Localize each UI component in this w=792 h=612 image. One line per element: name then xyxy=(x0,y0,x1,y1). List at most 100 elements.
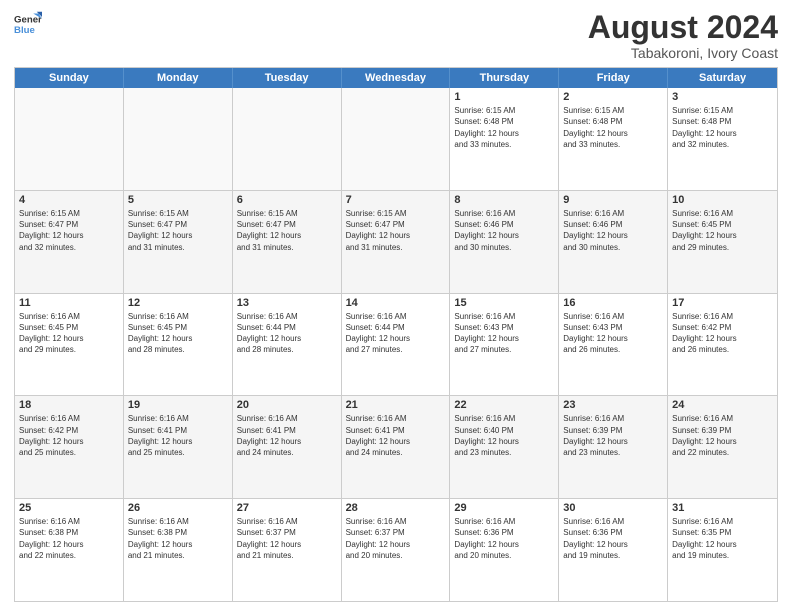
calendar-row-4: 25 Sunrise: 6:16 AM Sunset: 6:38 PM Dayli… xyxy=(15,498,777,601)
day-number: 11 xyxy=(19,297,119,309)
day-number: 18 xyxy=(19,399,119,411)
day-number: 7 xyxy=(346,194,446,206)
calendar-cell: 16Sunrise: 6:16 AM Sunset: 6:43 PM Dayli… xyxy=(559,294,668,396)
day-info: Sunrise: 6:16 AM Sunset: 6:39 PM Dayligh… xyxy=(563,413,663,458)
day-info: Sunrise: 6:16 AM Sunset: 6:38 PM Dayligh… xyxy=(19,516,119,561)
header-cell-thursday: Thursday xyxy=(450,68,559,88)
calendar-cell: 4 Sunrise: 6:15 AM Sunset: 6:47 PM Daylig… xyxy=(15,191,124,293)
calendar-cell: 8Sunrise: 6:16 AM Sunset: 6:46 PM Daylig… xyxy=(450,191,559,293)
day-number: 20 xyxy=(237,399,337,411)
calendar-cell: 7 Sunrise: 6:15 AM Sunset: 6:47 PM Daylig… xyxy=(342,191,451,293)
calendar-cell: 14 Sunrise: 6:16 AM Sunset: 6:44 PM Dayli… xyxy=(342,294,451,396)
calendar-cell: 19 Sunrise: 6:16 AM Sunset: 6:41 PM Dayli… xyxy=(124,396,233,498)
calendar-cell: 11 Sunrise: 6:16 AM Sunset: 6:45 PM Dayli… xyxy=(15,294,124,396)
svg-text:Blue: Blue xyxy=(14,25,35,36)
calendar-row-0: 1 Sunrise: 6:15 AM Sunset: 6:48 PM Daylig… xyxy=(15,88,777,190)
day-info: Sunrise: 6:16 AM Sunset: 6:38 PM Dayligh… xyxy=(128,516,228,561)
calendar-cell: 1 Sunrise: 6:15 AM Sunset: 6:48 PM Daylig… xyxy=(450,88,559,190)
day-info: Sunrise: 6:16 AM Sunset: 6:35 PM Dayligh… xyxy=(672,516,773,561)
logo-icon: General Blue xyxy=(14,10,42,38)
calendar-cell: 29 Sunrise: 6:16 AM Sunset: 6:36 PM Dayli… xyxy=(450,499,559,601)
header: General Blue August 2024 Tabakoroni, Ivo… xyxy=(14,10,778,61)
calendar-cell: 31 Sunrise: 6:16 AM Sunset: 6:35 PM Dayli… xyxy=(668,499,777,601)
day-number: 26 xyxy=(128,502,228,514)
day-number: 10 xyxy=(672,194,773,206)
day-number: 19 xyxy=(128,399,228,411)
day-number: 4 xyxy=(19,194,119,206)
day-number: 15 xyxy=(454,297,554,309)
day-info: Sunrise: 6:16 AM Sunset: 6:41 PM Dayligh… xyxy=(128,413,228,458)
calendar-cell: 17Sunrise: 6:16 AM Sunset: 6:42 PM Dayli… xyxy=(668,294,777,396)
subtitle: Tabakoroni, Ivory Coast xyxy=(588,45,778,61)
day-number: 28 xyxy=(346,502,446,514)
calendar-cell: 5Sunrise: 6:15 AM Sunset: 6:47 PM Daylig… xyxy=(124,191,233,293)
day-number: 31 xyxy=(672,502,773,514)
page: General Blue August 2024 Tabakoroni, Ivo… xyxy=(0,0,792,612)
day-info: Sunrise: 6:16 AM Sunset: 6:45 PM Dayligh… xyxy=(128,311,228,356)
day-number: 1 xyxy=(454,91,554,103)
main-title: August 2024 xyxy=(588,10,778,45)
day-number: 29 xyxy=(454,502,554,514)
header-cell-friday: Friday xyxy=(559,68,668,88)
calendar-cell: 13Sunrise: 6:16 AM Sunset: 6:44 PM Dayli… xyxy=(233,294,342,396)
calendar-cell: 21 Sunrise: 6:16 AM Sunset: 6:41 PM Dayli… xyxy=(342,396,451,498)
day-info: Sunrise: 6:16 AM Sunset: 6:41 PM Dayligh… xyxy=(346,413,446,458)
calendar-cell xyxy=(15,88,124,190)
day-info: Sunrise: 6:16 AM Sunset: 6:45 PM Dayligh… xyxy=(19,311,119,356)
day-info: Sunrise: 6:16 AM Sunset: 6:37 PM Dayligh… xyxy=(237,516,337,561)
header-cell-sunday: Sunday xyxy=(15,68,124,88)
calendar-cell: 18 Sunrise: 6:16 AM Sunset: 6:42 PM Dayli… xyxy=(15,396,124,498)
day-info: Sunrise: 6:15 AM Sunset: 6:48 PM Dayligh… xyxy=(563,105,663,150)
header-cell-wednesday: Wednesday xyxy=(342,68,451,88)
calendar-body: 1 Sunrise: 6:15 AM Sunset: 6:48 PM Daylig… xyxy=(15,88,777,601)
day-number: 9 xyxy=(563,194,663,206)
day-info: Sunrise: 6:16 AM Sunset: 6:36 PM Dayligh… xyxy=(454,516,554,561)
day-info: Sunrise: 6:15 AM Sunset: 6:48 PM Dayligh… xyxy=(454,105,554,150)
calendar-cell: 6 Sunrise: 6:15 AM Sunset: 6:47 PM Daylig… xyxy=(233,191,342,293)
day-number: 30 xyxy=(563,502,663,514)
logo: General Blue xyxy=(14,10,42,38)
day-info: Sunrise: 6:16 AM Sunset: 6:44 PM Dayligh… xyxy=(346,311,446,356)
day-number: 16 xyxy=(563,297,663,309)
calendar-header: SundayMondayTuesdayWednesdayThursdayFrid… xyxy=(15,68,777,88)
day-info: Sunrise: 6:16 AM Sunset: 6:46 PM Dayligh… xyxy=(563,208,663,253)
calendar-cell: 12Sunrise: 6:16 AM Sunset: 6:45 PM Dayli… xyxy=(124,294,233,396)
calendar: SundayMondayTuesdayWednesdayThursdayFrid… xyxy=(14,67,778,602)
day-number: 14 xyxy=(346,297,446,309)
day-number: 6 xyxy=(237,194,337,206)
calendar-cell: 28Sunrise: 6:16 AM Sunset: 6:37 PM Dayli… xyxy=(342,499,451,601)
day-info: Sunrise: 6:16 AM Sunset: 6:46 PM Dayligh… xyxy=(454,208,554,253)
header-cell-saturday: Saturday xyxy=(668,68,777,88)
day-info: Sunrise: 6:16 AM Sunset: 6:42 PM Dayligh… xyxy=(19,413,119,458)
day-number: 23 xyxy=(563,399,663,411)
calendar-cell: 2 Sunrise: 6:15 AM Sunset: 6:48 PM Daylig… xyxy=(559,88,668,190)
day-info: Sunrise: 6:15 AM Sunset: 6:47 PM Dayligh… xyxy=(19,208,119,253)
calendar-row-2: 11 Sunrise: 6:16 AM Sunset: 6:45 PM Dayli… xyxy=(15,293,777,396)
day-info: Sunrise: 6:16 AM Sunset: 6:44 PM Dayligh… xyxy=(237,311,337,356)
day-number: 25 xyxy=(19,502,119,514)
header-cell-tuesday: Tuesday xyxy=(233,68,342,88)
day-number: 17 xyxy=(672,297,773,309)
day-info: Sunrise: 6:15 AM Sunset: 6:47 PM Dayligh… xyxy=(346,208,446,253)
day-info: Sunrise: 6:15 AM Sunset: 6:48 PM Dayligh… xyxy=(672,105,773,150)
calendar-cell: 25 Sunrise: 6:16 AM Sunset: 6:38 PM Dayli… xyxy=(15,499,124,601)
calendar-cell: 15 Sunrise: 6:16 AM Sunset: 6:43 PM Dayli… xyxy=(450,294,559,396)
calendar-cell xyxy=(233,88,342,190)
calendar-cell: 10 Sunrise: 6:16 AM Sunset: 6:45 PM Dayli… xyxy=(668,191,777,293)
calendar-cell: 26 Sunrise: 6:16 AM Sunset: 6:38 PM Dayli… xyxy=(124,499,233,601)
calendar-cell: 3 Sunrise: 6:15 AM Sunset: 6:48 PM Daylig… xyxy=(668,88,777,190)
calendar-cell xyxy=(342,88,451,190)
calendar-cell: 27 Sunrise: 6:16 AM Sunset: 6:37 PM Dayli… xyxy=(233,499,342,601)
day-number: 24 xyxy=(672,399,773,411)
day-number: 3 xyxy=(672,91,773,103)
day-number: 21 xyxy=(346,399,446,411)
day-info: Sunrise: 6:15 AM Sunset: 6:47 PM Dayligh… xyxy=(237,208,337,253)
day-info: Sunrise: 6:16 AM Sunset: 6:36 PM Dayligh… xyxy=(563,516,663,561)
day-number: 2 xyxy=(563,91,663,103)
day-info: Sunrise: 6:16 AM Sunset: 6:43 PM Dayligh… xyxy=(454,311,554,356)
header-cell-monday: Monday xyxy=(124,68,233,88)
day-info: Sunrise: 6:16 AM Sunset: 6:45 PM Dayligh… xyxy=(672,208,773,253)
day-number: 27 xyxy=(237,502,337,514)
calendar-cell xyxy=(124,88,233,190)
calendar-cell: 20Sunrise: 6:16 AM Sunset: 6:41 PM Dayli… xyxy=(233,396,342,498)
